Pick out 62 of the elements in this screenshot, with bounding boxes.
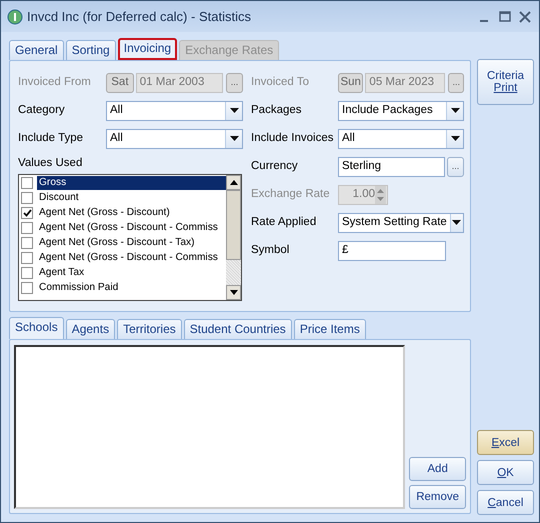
- list-item[interactable]: Agent Net (Gross - Discount - Tax): [37, 236, 226, 250]
- tab[interactable]: General: [9, 40, 64, 60]
- text-field[interactable]: £: [338, 241, 446, 261]
- tab[interactable]: Territories: [117, 319, 182, 339]
- text-field[interactable]: Sterling: [338, 157, 445, 177]
- checkbox[interactable]: [21, 282, 33, 294]
- checkbox[interactable]: [21, 252, 33, 264]
- dropdown[interactable]: All: [338, 129, 464, 149]
- tab[interactable]: Invoicing: [118, 38, 178, 60]
- list-item[interactable]: Agent Net (Gross - Discount - Commiss: [37, 250, 226, 265]
- list-button[interactable]: Remove: [409, 485, 466, 509]
- field-label: Invoiced From: [18, 75, 92, 90]
- tab[interactable]: Agents: [66, 319, 116, 339]
- field-label: Invoiced To: [251, 75, 310, 90]
- app-icon: [7, 8, 23, 24]
- dropdown-arrow-icon[interactable]: [230, 136, 238, 142]
- dropdown-arrow-icon[interactable]: [450, 136, 460, 142]
- tab[interactable]: Schools: [9, 317, 64, 339]
- tab[interactable]: Student Countries: [184, 319, 292, 339]
- dropdown[interactable]: System Setting Rate: [338, 213, 464, 233]
- list-item[interactable]: Agent Net (Gross - Discount - Commiss: [37, 220, 226, 235]
- field-label: Rate Applied: [251, 215, 318, 230]
- checkbox[interactable]: [21, 236, 33, 249]
- list-item[interactable]: Agent Net (Gross - Discount): [37, 206, 226, 220]
- list-item[interactable]: Discount: [37, 190, 226, 205]
- scroll-up-icon[interactable]: [230, 180, 238, 186]
- field-label: Packages: [251, 103, 303, 118]
- section-label: Values Used: [18, 156, 84, 171]
- checkbox[interactable]: [21, 206, 33, 219]
- scroll-down-icon[interactable]: [230, 290, 238, 296]
- field-label: Category: [18, 103, 66, 118]
- close-icon[interactable]: [517, 10, 533, 24]
- list-item[interactable]: Commission Paid: [37, 280, 226, 295]
- list-button[interactable]: Add: [409, 457, 466, 481]
- dropdown-arrow-icon[interactable]: [230, 108, 238, 114]
- checkbox[interactable]: [21, 222, 33, 234]
- field-label: Include Type: [18, 131, 84, 146]
- dialog-button[interactable]: Cancel: [477, 490, 534, 515]
- window-title: Invcd Inc (for Deferred calc) - Statistics: [27, 8, 252, 26]
- dropdown[interactable]: Include Packages: [338, 101, 464, 121]
- tab[interactable]: Price Items: [294, 319, 366, 339]
- criteria-print-button[interactable]: Criteria Print: [477, 59, 534, 105]
- scrollbar[interactable]: [226, 175, 241, 300]
- checkbox-list[interactable]: Gross Discount Agent Net (Gross - Discount) Agent Net (Gross - Discount - Commiss Agent Net (Gross - Discount - Tax) Agent Net (Gross - Discount - Commiss Agent Tax Commission Paid: [18, 174, 242, 302]
- dropdown[interactable]: All: [106, 101, 243, 121]
- list-item[interactable]: Gross: [37, 176, 226, 190]
- tab[interactable]: Sorting: [66, 40, 116, 60]
- dropdown-arrow-icon[interactable]: [452, 220, 462, 226]
- checkbox[interactable]: [21, 192, 33, 204]
- dialog-button[interactable]: OK: [477, 460, 534, 485]
- field-label: Symbol: [251, 243, 290, 258]
- checkbox[interactable]: [21, 266, 33, 279]
- list-item[interactable]: Agent Tax: [37, 266, 226, 280]
- field-label: Currency: [251, 159, 299, 174]
- dropdown[interactable]: All: [106, 129, 243, 149]
- dialog-button[interactable]: Excel: [477, 430, 534, 455]
- maximize-icon[interactable]: [497, 10, 513, 24]
- field-label: Exchange Rate: [251, 187, 331, 202]
- dropdown-arrow-icon[interactable]: [450, 108, 460, 114]
- field-label: Include Invoices: [251, 131, 334, 146]
- ellipsis-button[interactable]: ...: [447, 157, 464, 177]
- checkbox[interactable]: [21, 176, 33, 189]
